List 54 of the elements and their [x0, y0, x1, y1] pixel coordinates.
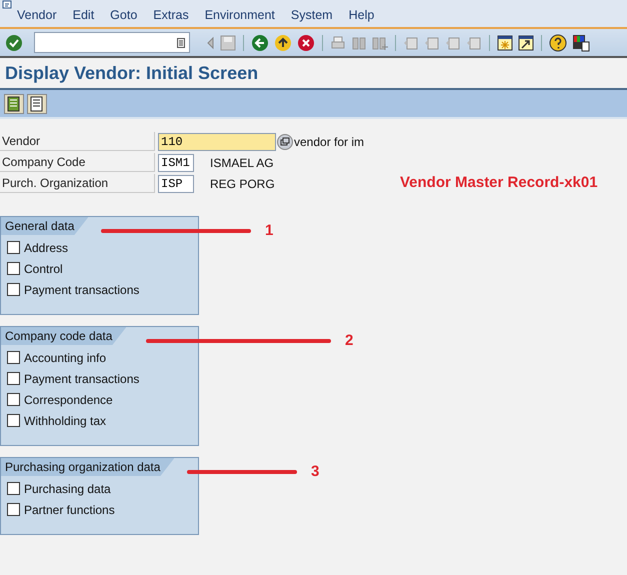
document-icon[interactable]: [27, 94, 47, 114]
list-icon[interactable]: [4, 94, 24, 114]
field-description: REG PORG: [210, 176, 275, 190]
group-title: Purchasing organization data: [1, 458, 174, 476]
cancel-icon[interactable]: [297, 34, 315, 52]
checkbox-label: Payment transactions: [24, 282, 140, 296]
menu-item[interactable]: Help: [348, 8, 374, 22]
menu-item[interactable]: Extras: [153, 8, 189, 22]
input-field[interactable]: ISP: [158, 174, 194, 192]
checkbox[interactable]: [7, 393, 20, 406]
checkbox-label: Withholding tax: [24, 414, 106, 428]
layout-icon[interactable]: [572, 34, 590, 52]
dropdown-icon[interactable]: [177, 38, 185, 48]
group-title: Company code data: [1, 327, 126, 345]
menu-item[interactable]: Goto: [110, 8, 138, 22]
annotation-title: Vendor Master Record-xk01: [400, 174, 598, 191]
checkbox-label: Accounting info: [24, 350, 106, 364]
checkbox-label: Purchasing data: [24, 482, 111, 496]
menu-item[interactable]: Environment: [204, 8, 275, 22]
group-title: General data: [1, 217, 88, 235]
command-field[interactable]: [34, 32, 190, 53]
field-label: Company Code: [0, 153, 155, 172]
screen-title: Display Vendor: Initial Screen: [5, 62, 258, 84]
checkbox[interactable]: [7, 372, 20, 385]
menu-item[interactable]: Edit: [72, 8, 94, 22]
annotation-number: 2: [345, 332, 354, 349]
checkbox[interactable]: [7, 482, 20, 495]
field-label: Purch. Organization: [0, 174, 155, 193]
help-icon[interactable]: [549, 34, 567, 52]
annotation-number: 3: [311, 463, 320, 480]
checkbox-label: Control: [24, 262, 63, 276]
back-arrow-icon[interactable]: [205, 36, 215, 50]
window-icon[interactable]: [2, 0, 12, 9]
checkbox[interactable]: [7, 414, 20, 427]
check-icon[interactable]: [5, 34, 23, 52]
annotation-number: 1: [265, 222, 274, 239]
menu-item[interactable]: System: [290, 8, 333, 22]
checkbox[interactable]: [7, 351, 20, 364]
search-help-icon[interactable]: [277, 134, 293, 150]
checkbox[interactable]: [7, 283, 20, 296]
checkbox[interactable]: [7, 262, 20, 275]
checkbox-label: Payment transactions: [24, 372, 140, 386]
checkbox-label: Partner functions: [24, 502, 115, 516]
field-label: Vendor: [0, 132, 155, 151]
input-field[interactable]: ISM1: [158, 154, 194, 172]
back-icon[interactable]: [251, 34, 269, 52]
checkbox[interactable]: [7, 503, 20, 516]
checkbox-label: Correspondence: [24, 392, 113, 406]
checkbox[interactable]: [7, 241, 20, 254]
field-description: ISMAEL AG: [210, 156, 274, 170]
field-description: vendor for im: [294, 134, 364, 148]
checkbox-label: Address: [24, 240, 68, 254]
input-field[interactable]: 110: [158, 132, 276, 150]
menu-item[interactable]: Vendor: [17, 8, 57, 22]
